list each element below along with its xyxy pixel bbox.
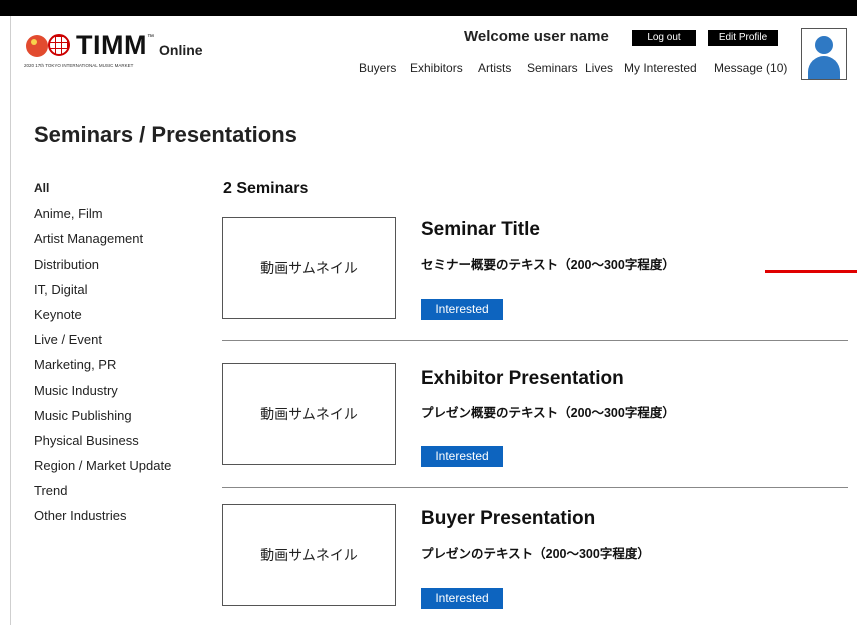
logo-trademark: ™ <box>147 34 154 41</box>
nav-lives[interactable]: Lives <box>585 61 613 75</box>
seminar-card: 動画サムネイル Buyer Presentation プレゼンのテキスト（200… <box>222 504 848 625</box>
left-border <box>10 16 11 625</box>
category-sidebar: All Anime, Film Artist Management Distri… <box>34 181 204 534</box>
category-live-event[interactable]: Live / Event <box>34 332 204 357</box>
video-thumbnail[interactable]: 動画サムネイル <box>222 363 396 465</box>
user-icon-head <box>815 36 833 54</box>
user-icon-body <box>808 56 840 79</box>
seminar-description: プレゼン概要のテキスト（200〜300字程度） <box>421 406 675 420</box>
top-bar <box>0 0 857 16</box>
seminar-description: セミナー概要のテキスト（200〜300字程度） <box>421 258 675 272</box>
seminar-title[interactable]: Exhibitor Presentation <box>421 368 624 390</box>
nav-artists[interactable]: Artists <box>478 61 511 75</box>
seminar-title[interactable]: Seminar Title <box>421 219 540 241</box>
page-title: Seminars / Presentations <box>34 122 297 147</box>
category-distribution[interactable]: Distribution <box>34 257 204 282</box>
category-artist-management[interactable]: Artist Management <box>34 231 204 256</box>
logo-subtitle: 2020 17th TOKYO INTERNATIONAL MUSIC MARK… <box>24 63 134 68</box>
nav-exhibitors[interactable]: Exhibitors <box>410 61 463 75</box>
interested-button[interactable]: Interested <box>421 299 503 320</box>
nav-my-interested[interactable]: My Interested <box>624 61 697 75</box>
ball-icon <box>26 35 48 57</box>
interested-button[interactable]: Interested <box>421 446 503 467</box>
interested-button[interactable]: Interested <box>421 588 503 609</box>
seminar-card: 動画サムネイル Seminar Title セミナー概要のテキスト（200〜30… <box>222 217 848 342</box>
edit-profile-button[interactable]: Edit Profile <box>708 30 778 46</box>
category-trend[interactable]: Trend <box>34 483 204 508</box>
category-all[interactable]: All <box>34 181 204 206</box>
divider <box>222 487 848 488</box>
timm-logo[interactable]: TIMM ™ 2020 17th TOKYO INTERNATIONAL MUS… <box>24 30 214 73</box>
category-music-publishing[interactable]: Music Publishing <box>34 408 204 433</box>
welcome-text: Welcome user name <box>464 28 609 45</box>
category-other-industries[interactable]: Other Industries <box>34 508 204 533</box>
category-anime-film[interactable]: Anime, Film <box>34 206 204 231</box>
nav-buyers[interactable]: Buyers <box>359 61 396 75</box>
result-count: 2 Seminars <box>223 180 309 197</box>
nav-seminars[interactable]: Seminars <box>527 61 578 75</box>
category-keynote[interactable]: Keynote <box>34 307 204 332</box>
logo-text: TIMM <box>76 30 147 60</box>
category-it-digital[interactable]: IT, Digital <box>34 282 204 307</box>
category-region-market-update[interactable]: Region / Market Update <box>34 458 204 483</box>
nav-message[interactable]: Message (10) <box>714 61 787 75</box>
category-physical-business[interactable]: Physical Business <box>34 433 204 458</box>
seminar-title[interactable]: Buyer Presentation <box>421 508 595 530</box>
category-music-industry[interactable]: Music Industry <box>34 383 204 408</box>
category-marketing-pr[interactable]: Marketing, PR <box>34 357 204 382</box>
red-annotation-mark <box>765 270 857 273</box>
globe-icon <box>48 34 70 56</box>
video-thumbnail[interactable]: 動画サムネイル <box>222 217 396 319</box>
logout-button[interactable]: Log out <box>632 30 696 46</box>
logo-online-label: Online <box>159 42 203 58</box>
video-thumbnail[interactable]: 動画サムネイル <box>222 504 396 606</box>
avatar[interactable] <box>801 28 847 80</box>
divider <box>222 340 848 341</box>
seminar-card: 動画サムネイル Exhibitor Presentation プレゼン概要のテキ… <box>222 363 848 488</box>
seminar-description: プレゼンのテキスト（200〜300字程度） <box>421 547 650 561</box>
